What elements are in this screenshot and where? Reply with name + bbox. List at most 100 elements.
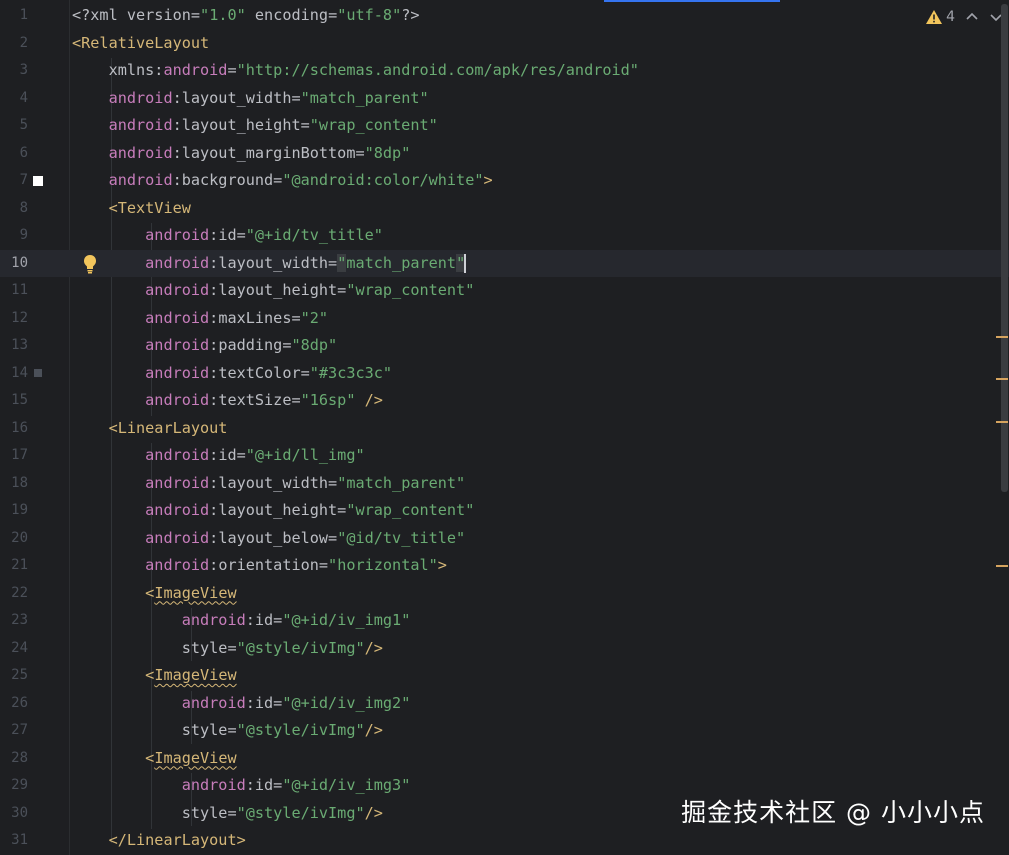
line-number[interactable]: 14 xyxy=(0,360,28,388)
code-text[interactable]: <?xml version="1.0" encoding="utf-8"?> xyxy=(72,2,420,30)
code-text[interactable]: android:padding="8dp" xyxy=(72,332,337,360)
code-text[interactable]: <LinearLayout xyxy=(72,415,228,443)
line-number[interactable]: 12 xyxy=(0,305,28,333)
code-text[interactable]: android:id="@+id/iv_img1" xyxy=(72,607,411,635)
code-text[interactable]: <RelativeLayout xyxy=(72,30,209,58)
code-text[interactable]: style="@style/ivImg"/> xyxy=(72,635,383,663)
line-number[interactable]: 21 xyxy=(0,552,28,580)
code-text[interactable]: android:textColor="#3c3c3c" xyxy=(72,360,392,388)
code-line[interactable]: 31 </LinearLayout> xyxy=(0,827,1009,855)
code-line[interactable]: 13 android:padding="8dp" xyxy=(0,332,1009,360)
warning-stripe[interactable] xyxy=(996,565,1008,567)
code-line[interactable]: 2 <RelativeLayout xyxy=(0,30,1009,58)
code-text[interactable]: xmlns:android="http://schemas.android.co… xyxy=(72,57,639,85)
line-number[interactable]: 17 xyxy=(0,442,28,470)
line-number[interactable]: 27 xyxy=(0,717,28,745)
line-number[interactable]: 2 xyxy=(0,30,28,58)
line-number[interactable]: 26 xyxy=(0,690,28,718)
code-line[interactable]: 9 android:id="@+id/tv_title" xyxy=(0,222,1009,250)
line-number[interactable]: 22 xyxy=(0,580,28,608)
inspection-widget[interactable]: 4 xyxy=(925,6,1003,28)
line-number[interactable]: 8 xyxy=(0,195,28,223)
code-line[interactable]: 22 <ImageView xyxy=(0,580,1009,608)
color-swatch-icon[interactable] xyxy=(33,176,43,186)
code-line[interactable]: 25 <ImageView xyxy=(0,662,1009,690)
code-text[interactable]: android:id="@+id/iv_img2" xyxy=(72,690,411,718)
line-number[interactable]: 7 xyxy=(0,167,28,195)
line-number[interactable]: 3 xyxy=(0,57,28,85)
code-line[interactable]: 20 android:layout_below="@id/tv_title" xyxy=(0,525,1009,553)
line-number[interactable]: 18 xyxy=(0,470,28,498)
code-text[interactable]: android:layout_width="match_parent" xyxy=(72,470,465,498)
code-line[interactable]: 26 android:id="@+id/iv_img2" xyxy=(0,690,1009,718)
line-number[interactable]: 28 xyxy=(0,745,28,773)
code-line[interactable]: 6 android:layout_marginBottom="8dp" xyxy=(0,140,1009,168)
code-text[interactable]: android:layout_below="@id/tv_title" xyxy=(72,525,465,553)
line-number[interactable]: 1 xyxy=(0,2,28,30)
code-line[interactable]: 3 xmlns:android="http://schemas.android.… xyxy=(0,57,1009,85)
code-line[interactable]: 7 android:background="@android:color/whi… xyxy=(0,167,1009,195)
line-number[interactable]: 19 xyxy=(0,497,28,525)
code-text[interactable]: android:layout_height="wrap_content" xyxy=(72,497,474,525)
line-number[interactable]: 11 xyxy=(0,277,28,305)
line-number[interactable]: 31 xyxy=(0,827,28,855)
code-text[interactable]: <TextView xyxy=(72,195,191,223)
code-text[interactable]: <ImageView xyxy=(72,662,236,690)
code-text[interactable]: android:textSize="16sp" /> xyxy=(72,387,383,415)
vertical-scrollbar[interactable] xyxy=(1001,4,1008,492)
code-text[interactable]: android:maxLines="2" xyxy=(72,305,328,333)
line-number[interactable]: 20 xyxy=(0,525,28,553)
code-line[interactable]: 4 android:layout_width="match_parent" xyxy=(0,85,1009,113)
line-number[interactable]: 10 xyxy=(0,250,28,278)
line-number[interactable]: 29 xyxy=(0,772,28,800)
code-text[interactable]: style="@style/ivImg"/> xyxy=(72,717,383,745)
warning-triangle-icon[interactable] xyxy=(925,9,943,25)
code-line[interactable]: 19 android:layout_height="wrap_content" xyxy=(0,497,1009,525)
line-number[interactable]: 13 xyxy=(0,332,28,360)
line-number[interactable]: 24 xyxy=(0,635,28,663)
code-text[interactable]: <ImageView xyxy=(72,580,236,608)
code-line[interactable]: 21 android:orientation="horizontal"> xyxy=(0,552,1009,580)
code-text[interactable]: android:layout_width="match_parent" xyxy=(72,250,467,278)
code-text[interactable]: <ImageView xyxy=(72,745,236,773)
warning-stripe[interactable] xyxy=(996,421,1008,423)
code-text[interactable]: android:layout_width="match_parent" xyxy=(72,85,429,113)
chevron-up-icon[interactable] xyxy=(965,10,979,24)
warning-stripe[interactable] xyxy=(996,378,1008,380)
code-text[interactable]: android:background="@android:color/white… xyxy=(72,167,493,195)
line-number[interactable]: 16 xyxy=(0,415,28,443)
lightbulb-icon[interactable] xyxy=(82,254,98,274)
code-line[interactable]: 24 style="@style/ivImg"/> xyxy=(0,635,1009,663)
code-line[interactable]: 14 android:textColor="#3c3c3c" xyxy=(0,360,1009,388)
code-line[interactable]: 5 android:layout_height="wrap_content" xyxy=(0,112,1009,140)
line-number[interactable]: 6 xyxy=(0,140,28,168)
code-line[interactable]: 12 android:maxLines="2" xyxy=(0,305,1009,333)
code-text[interactable]: </LinearLayout> xyxy=(72,827,246,855)
line-number[interactable]: 5 xyxy=(0,112,28,140)
code-line[interactable]: 15 android:textSize="16sp" /> xyxy=(0,387,1009,415)
code-line[interactable]: 10 android:layout_width="match_parent" xyxy=(0,249,1009,278)
code-line[interactable]: 18 android:layout_width="match_parent" xyxy=(0,470,1009,498)
code-editor[interactable]: 1 <?xml version="1.0" encoding="utf-8"?> 2… xyxy=(0,0,1009,855)
code-text[interactable]: android:id="@+id/ll_img" xyxy=(72,442,364,470)
code-text[interactable]: android:layout_height="wrap_content" xyxy=(72,112,438,140)
color-swatch-icon[interactable] xyxy=(34,369,42,377)
line-number[interactable]: 4 xyxy=(0,85,28,113)
code-line[interactable]: 8 <TextView xyxy=(0,195,1009,223)
line-number[interactable]: 30 xyxy=(0,800,28,828)
code-text[interactable]: android:orientation="horizontal"> xyxy=(72,552,447,580)
code-line[interactable]: 1 <?xml version="1.0" encoding="utf-8"?> xyxy=(0,2,1009,30)
code-text[interactable]: android:layout_marginBottom="8dp" xyxy=(72,140,411,168)
code-line[interactable]: 11 android:layout_height="wrap_content" xyxy=(0,277,1009,305)
code-line[interactable]: 27 style="@style/ivImg"/> xyxy=(0,717,1009,745)
line-number[interactable]: 15 xyxy=(0,387,28,415)
code-text[interactable]: android:layout_height="wrap_content" xyxy=(72,277,474,305)
line-number[interactable]: 9 xyxy=(0,222,28,250)
warning-stripe[interactable] xyxy=(996,336,1008,338)
code-line[interactable]: 17 android:id="@+id/ll_img" xyxy=(0,442,1009,470)
line-number[interactable]: 23 xyxy=(0,607,28,635)
code-line[interactable]: 28 <ImageView xyxy=(0,745,1009,773)
code-text[interactable]: style="@style/ivImg"/> xyxy=(72,800,383,828)
code-line[interactable]: 16 <LinearLayout xyxy=(0,415,1009,443)
line-number[interactable]: 25 xyxy=(0,662,28,690)
